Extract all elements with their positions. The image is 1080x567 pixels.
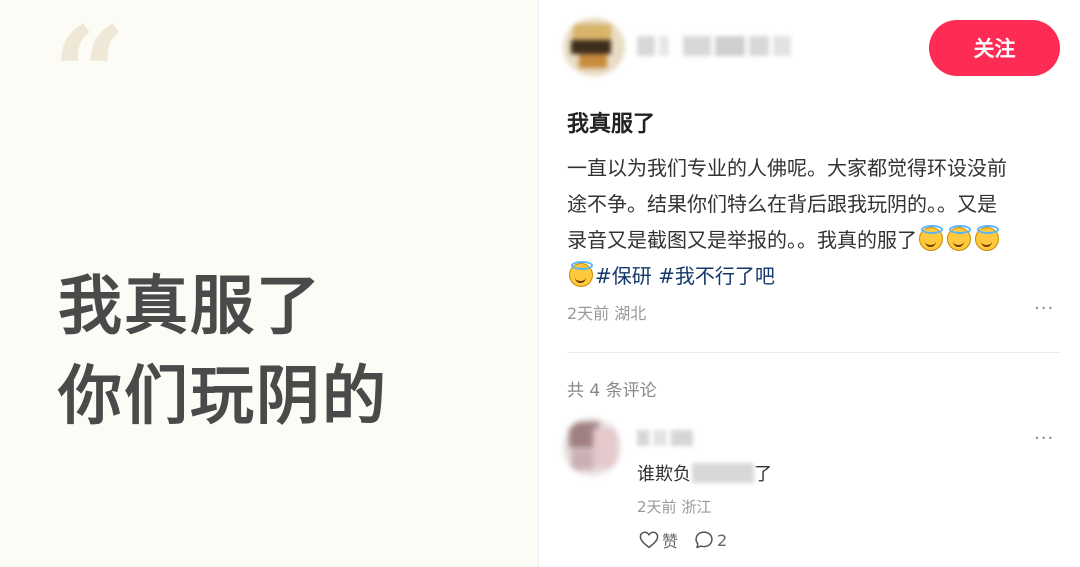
post-body-line-3: 录音又是截图又是举报的。。我真的服了 xyxy=(567,222,1057,258)
quote-text: 我真服了 你们玩阴的 xyxy=(58,262,388,442)
comment-avatar[interactable] xyxy=(563,418,621,476)
reply-count: 2 xyxy=(717,530,728,550)
smiling-halo-emoji-icon xyxy=(919,225,943,251)
comment-author-redacted[interactable] xyxy=(637,428,695,448)
post-time: 2天前 xyxy=(567,304,610,323)
comment-redacted-text xyxy=(692,463,754,483)
post-panel: 关注 我真服了 一直以为我们专业的人佛呢。大家都觉得环设没前 途不争。结果你们特… xyxy=(539,0,1080,567)
post-location: 湖北 xyxy=(614,304,647,323)
quote-mark-icon: “ xyxy=(52,0,127,151)
comment-text-start: 谁欺负 xyxy=(637,464,691,485)
smiling-halo-emoji-icon xyxy=(975,225,999,251)
comment-more-icon[interactable]: ··· xyxy=(1034,428,1054,449)
quote-line-1: 我真服了 xyxy=(58,270,322,344)
author-name-redacted[interactable] xyxy=(637,32,793,60)
post-body-line-4: #保研 #我不行了吧 xyxy=(567,258,1057,294)
follow-button[interactable]: 关注 xyxy=(929,20,1060,76)
like-button[interactable]: 赞 xyxy=(639,528,678,552)
hashtag-link[interactable]: #我不行了吧 xyxy=(658,264,775,288)
comment-bubble-icon xyxy=(695,531,713,549)
post-body: 一直以为我们专业的人佛呢。大家都觉得环设没前 途不争。结果你们特么在背后跟我玩阴… xyxy=(567,150,1057,294)
smiling-halo-emoji-icon xyxy=(569,261,593,287)
quote-card: “ 我真服了 你们玩阴的 xyxy=(0,0,538,567)
smiling-halo-emoji-icon xyxy=(947,225,971,251)
post-meta: 2天前 湖北 xyxy=(567,300,646,324)
post-body-line-1: 一直以为我们专业的人佛呢。大家都觉得环设没前 xyxy=(567,156,1007,180)
like-label: 赞 xyxy=(662,532,679,551)
post-body-line-2: 途不争。结果你们特么在背后跟我玩阴的。。又是 xyxy=(567,192,997,216)
author-avatar[interactable] xyxy=(563,18,625,76)
comment-count: 共 4 条评论 xyxy=(567,381,657,401)
hashtag-link[interactable]: #保研 xyxy=(595,264,652,288)
comment-text: 谁欺负 了 xyxy=(637,460,772,486)
comment-actions: 赞 2 xyxy=(639,528,743,552)
reply-button[interactable]: 2 xyxy=(694,530,727,550)
post-body-line-3-text: 录音又是截图又是举报的。。我真的服了 xyxy=(567,228,917,252)
comment-text-end: 了 xyxy=(754,464,772,485)
comment-time: 2天前 xyxy=(637,498,677,516)
section-divider xyxy=(567,352,1060,353)
heart-icon xyxy=(639,531,659,549)
quote-line-2: 你们玩阴的 xyxy=(58,360,388,434)
post-more-icon[interactable]: ··· xyxy=(1034,298,1054,319)
comment-meta: 2天前 浙江 xyxy=(637,496,711,517)
comment-location: 浙江 xyxy=(681,498,712,516)
post-title: 我真服了 xyxy=(567,112,656,137)
